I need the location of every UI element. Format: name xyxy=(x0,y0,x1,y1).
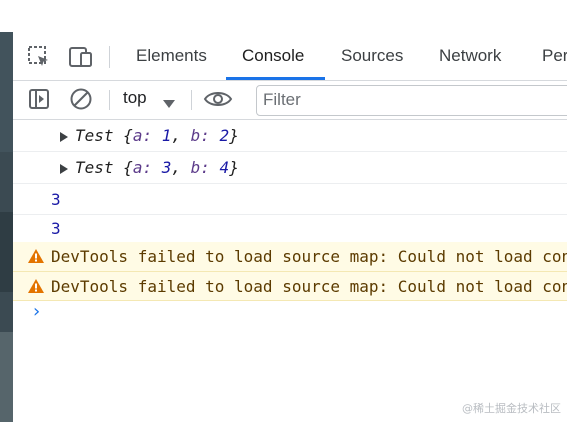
tab-elements[interactable]: Elements xyxy=(136,46,207,66)
object-preview: Test {a: 3, b: 4} xyxy=(75,158,239,177)
object-preview: Test {a: 1, b: 2} xyxy=(75,126,239,145)
console-output: Test {a: 1, b: 2} Test {a: 3, b: 4} 3 3 … xyxy=(13,120,567,422)
warning-message: DevTools failed to load source map: Coul… xyxy=(51,247,567,266)
tab-performance[interactable]: Per xyxy=(542,46,567,66)
devtools-tabbar: Elements Console Sources Network Per xyxy=(13,34,567,81)
console-log-row[interactable]: Test {a: 1, b: 2} xyxy=(13,120,567,152)
expand-triangle-icon[interactable] xyxy=(59,128,69,147)
devtools-panel: Elements Console Sources Network Per top xyxy=(13,34,567,422)
console-warning-row[interactable]: DevTools failed to load source map: Coul… xyxy=(13,242,567,272)
active-tab-indicator xyxy=(226,77,325,80)
console-log-row: 3 xyxy=(13,215,567,243)
console-log-row: 3 xyxy=(13,184,567,215)
warning-message: DevTools failed to load source map: Coul… xyxy=(51,277,567,296)
console-prompt-icon[interactable]: › xyxy=(33,301,40,322)
warning-icon xyxy=(27,248,45,268)
context-selector[interactable]: top xyxy=(123,88,147,108)
eye-icon[interactable] xyxy=(203,88,233,114)
expand-triangle-icon[interactable] xyxy=(59,160,69,179)
warning-icon xyxy=(27,278,45,298)
chevron-down-icon[interactable] xyxy=(162,94,176,113)
filter-input[interactable] xyxy=(263,90,563,110)
console-toolbar: top xyxy=(13,81,567,120)
watermark: @稀土掘金技术社区 xyxy=(462,402,561,415)
tab-network[interactable]: Network xyxy=(439,46,501,66)
background-window-strip xyxy=(0,32,13,422)
console-warning-row[interactable]: DevTools failed to load source map: Coul… xyxy=(13,272,567,301)
inspect-element-icon[interactable] xyxy=(27,45,51,73)
device-toolbar-icon[interactable] xyxy=(68,45,94,73)
tab-sources[interactable]: Sources xyxy=(341,46,403,66)
console-log-row[interactable]: Test {a: 3, b: 4} xyxy=(13,152,567,184)
log-value: 3 xyxy=(51,190,61,209)
filter-box xyxy=(256,85,567,116)
tab-console[interactable]: Console xyxy=(242,46,304,66)
sidebar-toggle-icon[interactable] xyxy=(28,88,50,114)
log-value: 3 xyxy=(51,219,61,238)
clear-console-icon[interactable] xyxy=(69,87,93,115)
